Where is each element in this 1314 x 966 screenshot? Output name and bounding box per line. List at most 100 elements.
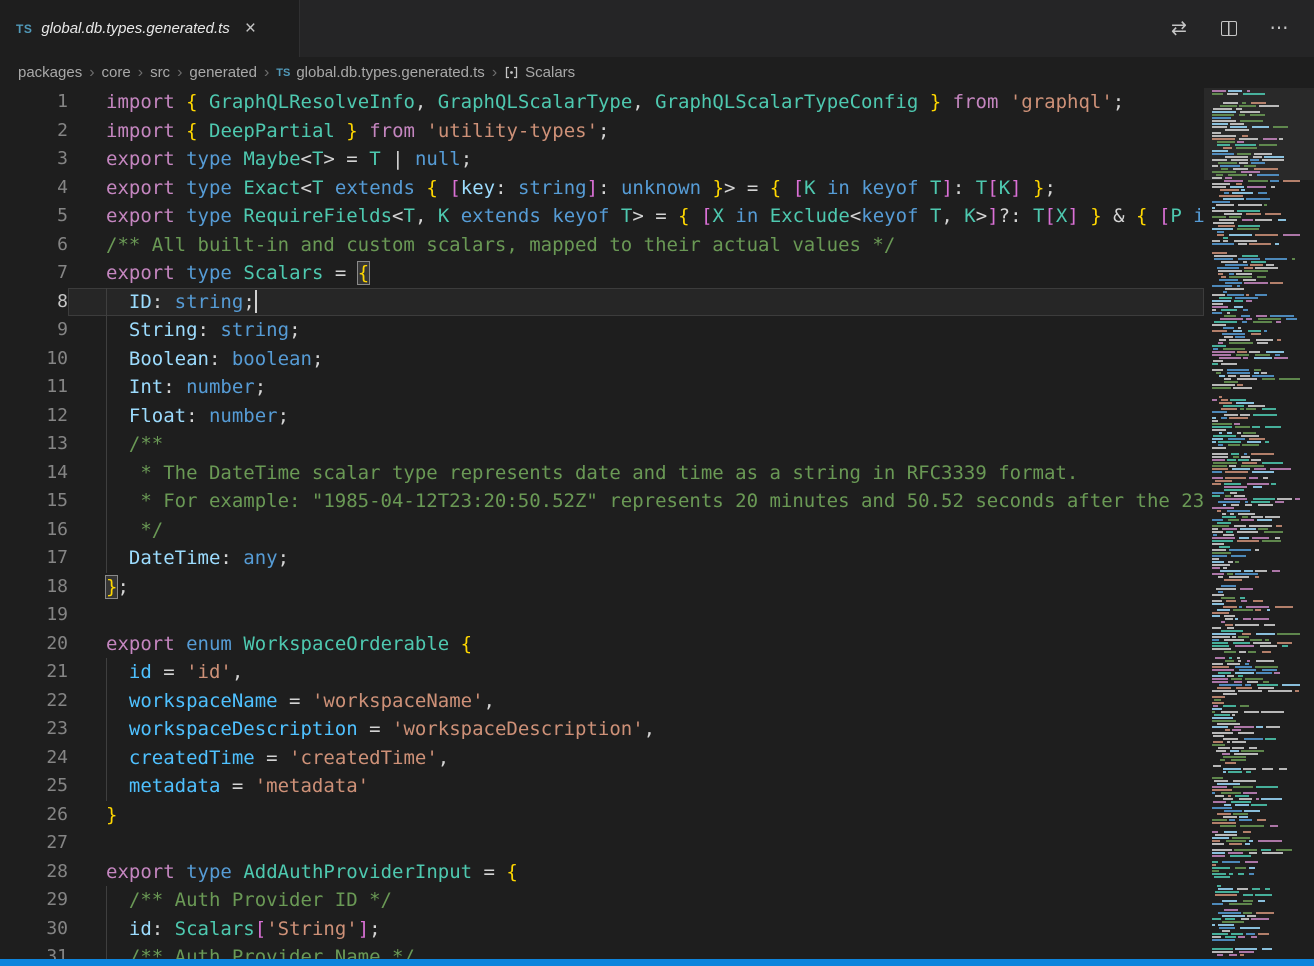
- code-token: [918, 91, 929, 113]
- code-line[interactable]: 16 */: [0, 516, 1204, 545]
- minimap-line: [1212, 600, 1222, 602]
- minimap-line: [1244, 570, 1253, 572]
- minimap-line: [1246, 933, 1255, 935]
- minimap-line: [1216, 588, 1236, 590]
- code-line[interactable]: 31 /** Auth Provider Name */: [0, 943, 1204, 959]
- minimap-line: [1212, 240, 1220, 242]
- code-line[interactable]: 24 createdTime = 'createdTime',: [0, 744, 1204, 773]
- breadcrumb-item-packages[interactable]: packages: [18, 64, 82, 81]
- code-token: WorkspaceOrderable: [243, 633, 449, 655]
- minimap-line: [1224, 315, 1236, 317]
- line-number[interactable]: 1: [0, 88, 68, 117]
- line-number[interactable]: 25: [0, 772, 68, 801]
- code-line[interactable]: 5export type RequireFields<T, K extends …: [0, 202, 1204, 231]
- code-line-content: export type Exact<T extends { [key: stri…: [68, 174, 1204, 203]
- line-number[interactable]: 11: [0, 373, 68, 402]
- line-number[interactable]: 20: [0, 630, 68, 659]
- close-tab-icon[interactable]: ×: [245, 19, 256, 38]
- line-number[interactable]: 29: [0, 886, 68, 915]
- code-line[interactable]: 9 String: string;: [0, 316, 1204, 345]
- code-line[interactable]: 1import { GraphQLResolveInfo, GraphQLSca…: [0, 88, 1204, 117]
- code-line[interactable]: 17 DateTime: any;: [0, 544, 1204, 573]
- minimap-line: [1225, 477, 1246, 479]
- line-number[interactable]: 12: [0, 402, 68, 431]
- code-line[interactable]: 30 id: Scalars['String'];: [0, 915, 1204, 944]
- line-number[interactable]: 8: [0, 288, 68, 317]
- line-number[interactable]: 14: [0, 459, 68, 488]
- code-line[interactable]: 11 Int: number;: [0, 373, 1204, 402]
- line-number[interactable]: 21: [0, 658, 68, 687]
- code-line[interactable]: 3export type Maybe<T> = T | null;: [0, 145, 1204, 174]
- compare-changes-icon[interactable]: ⇄: [1168, 18, 1190, 40]
- code-line[interactable]: 15 * For example: "1985-04-12T23:20:50.5…: [0, 487, 1204, 516]
- code-line[interactable]: 13 /**: [0, 430, 1204, 459]
- breadcrumb-item-generated[interactable]: generated: [189, 64, 257, 81]
- code-line[interactable]: 6/** All built-in and custom scalars, ma…: [0, 231, 1204, 260]
- code-line[interactable]: 10 Boolean: boolean;: [0, 345, 1204, 374]
- code-token: * For example: "1985-04-12T23:20:50.52Z"…: [106, 490, 1204, 512]
- line-number[interactable]: 4: [0, 174, 68, 203]
- chevron-right-icon: ›: [138, 64, 143, 82]
- line-number[interactable]: 19: [0, 601, 68, 630]
- minimap-line: [1237, 285, 1240, 287]
- code-line[interactable]: 8 ID: string;: [0, 288, 1204, 317]
- line-number[interactable]: 17: [0, 544, 68, 573]
- line-number[interactable]: 9: [0, 316, 68, 345]
- line-number[interactable]: 31: [0, 943, 68, 959]
- minimap[interactable]: [1204, 88, 1314, 959]
- minimap-line: [1212, 639, 1219, 641]
- code-line[interactable]: 7export type Scalars = {: [0, 259, 1204, 288]
- code-line[interactable]: 21 id = 'id',: [0, 658, 1204, 687]
- code-line[interactable]: 23 workspaceDescription = 'workspaceDesc…: [0, 715, 1204, 744]
- minimap-line: [1241, 750, 1264, 752]
- breadcrumb-item-src[interactable]: src: [150, 64, 170, 81]
- line-number[interactable]: 22: [0, 687, 68, 716]
- line-number[interactable]: 15: [0, 487, 68, 516]
- breadcrumb-item-symbol[interactable]: Scalars: [504, 64, 575, 81]
- line-number[interactable]: 3: [0, 145, 68, 174]
- code-token: {: [426, 177, 437, 199]
- breadcrumb-item-file[interactable]: TS global.db.types.generated.ts: [276, 64, 485, 81]
- code-line[interactable]: 22 workspaceName = 'workspaceName',: [0, 687, 1204, 716]
- code-line[interactable]: 18};: [0, 573, 1204, 602]
- breadcrumb: packages › core › src › generated › TS g…: [0, 57, 1314, 88]
- code-line[interactable]: 14 * The DateTime scalar type represents…: [0, 459, 1204, 488]
- line-number[interactable]: 10: [0, 345, 68, 374]
- minimap-line: [1230, 186, 1244, 188]
- line-number[interactable]: 24: [0, 744, 68, 773]
- line-number[interactable]: 23: [0, 715, 68, 744]
- line-number[interactable]: 2: [0, 117, 68, 146]
- minimap-line: [1242, 444, 1259, 446]
- line-number[interactable]: 6: [0, 231, 68, 260]
- line-number[interactable]: 28: [0, 858, 68, 887]
- minimap-line: [1270, 315, 1294, 317]
- line-number[interactable]: 30: [0, 915, 68, 944]
- minimap-line: [1258, 900, 1265, 902]
- code-line[interactable]: 26}: [0, 801, 1204, 830]
- more-actions-icon[interactable]: ⋯: [1268, 18, 1290, 40]
- code-line[interactable]: 27: [0, 829, 1204, 858]
- line-number[interactable]: 16: [0, 516, 68, 545]
- symbol-scalars-icon: [504, 65, 519, 80]
- line-number[interactable]: 7: [0, 259, 68, 288]
- split-editor-icon[interactable]: [1218, 18, 1240, 40]
- code-line[interactable]: 4export type Exact<T extends { [key: str…: [0, 174, 1204, 203]
- breadcrumb-item-core[interactable]: core: [102, 64, 131, 81]
- minimap-line: [1219, 297, 1232, 299]
- code-line[interactable]: 12 Float: number;: [0, 402, 1204, 431]
- code-line[interactable]: 29 /** Auth Provider ID */: [0, 886, 1204, 915]
- code-token: K: [964, 205, 975, 227]
- line-number[interactable]: 18: [0, 573, 68, 602]
- code-editor[interactable]: 1import { GraphQLResolveInfo, GraphQLSca…: [0, 88, 1204, 959]
- line-number[interactable]: 5: [0, 202, 68, 231]
- code-line[interactable]: 28export type AddAuthProviderInput = {: [0, 858, 1204, 887]
- tab-global-db-types[interactable]: TS global.db.types.generated.ts ×: [0, 0, 300, 57]
- code-token: =: [278, 690, 312, 712]
- code-line[interactable]: 25 metadata = 'metadata': [0, 772, 1204, 801]
- code-line[interactable]: 2import { DeepPartial } from 'utility-ty…: [0, 117, 1204, 146]
- line-number[interactable]: 27: [0, 829, 68, 858]
- line-number[interactable]: 13: [0, 430, 68, 459]
- code-line[interactable]: 19: [0, 601, 1204, 630]
- code-line[interactable]: 20export enum WorkspaceOrderable {: [0, 630, 1204, 659]
- line-number[interactable]: 26: [0, 801, 68, 830]
